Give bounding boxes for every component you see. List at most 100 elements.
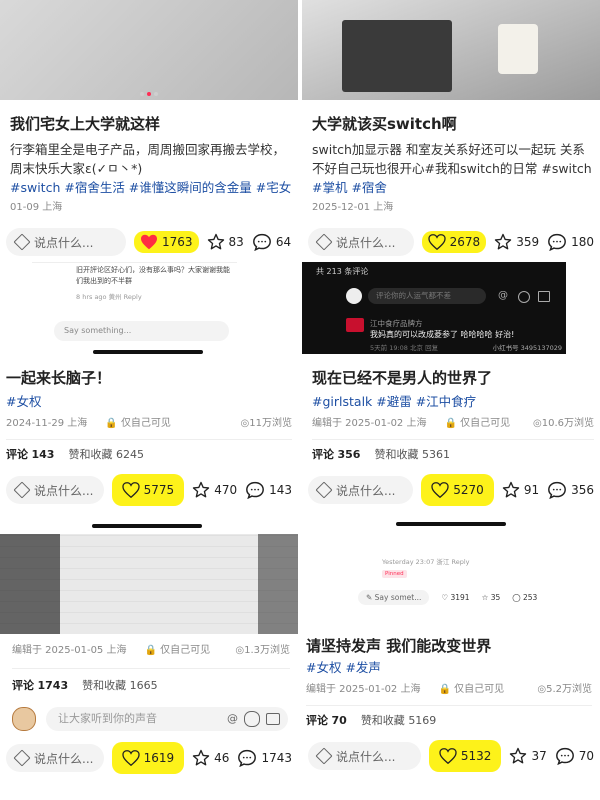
star-button[interactable]: 359 — [494, 233, 539, 251]
comment-placeholder: 说点什么... — [34, 483, 94, 498]
post-meta-row: 编辑于 2025-01-02 上海 🔒 仅自己可见 ◎10.6万浏览 — [312, 417, 594, 431]
comment-button[interactable]: 356 — [547, 481, 594, 499]
comment-input[interactable]: 说点什么... — [6, 744, 104, 772]
post-card-3: 一起来长脑子！ #女权 2024-11-29 上海 🔒 仅自己可见 ◎11万浏览… — [0, 362, 298, 534]
post-card-2: 大学就该买switch啊 switch加显示器 和室友关系好还可以一起玩 关系不… — [302, 0, 600, 262]
action-bar: 说点什么... 2678 359 180 — [308, 226, 594, 258]
post-title: 大学就该买switch啊 — [312, 115, 457, 133]
mini-time: Yesterday 23:07 浙江 Reply — [382, 558, 470, 566]
mini-action-bar: ✎ Say somet... ♡ 3191 ☆ 35 ◯ 253 — [358, 590, 537, 605]
comment-composer: 让大家听到你的声音 @ — [12, 706, 288, 732]
like-button[interactable]: 2678 — [421, 231, 487, 253]
post-meta: 2025-12-01 上海 — [312, 202, 394, 213]
post-date: 2024-11-29 上海 — [6, 418, 88, 429]
comment-button[interactable]: 1743 — [237, 749, 292, 767]
star-button[interactable]: 470 — [192, 481, 237, 499]
like-count: 5775 — [143, 483, 175, 497]
heart-icon — [439, 748, 457, 764]
mini-star[interactable]: ☆ 35 — [482, 593, 501, 602]
post-stats: 评论 70 赞和收藏 5169 — [306, 714, 437, 727]
dark-comment-input[interactable]: 评论你的人运气都不差 — [368, 288, 486, 304]
comment-input[interactable]: 说点什么... — [6, 476, 104, 504]
like-button[interactable]: 5775 — [111, 474, 185, 506]
emoji-icon[interactable] — [518, 291, 530, 303]
pen-icon — [13, 233, 31, 251]
heart-icon — [121, 482, 140, 498]
home-indicator — [93, 350, 203, 354]
star-button[interactable]: 83 — [207, 233, 244, 251]
comment-input[interactable]: 说点什么... — [308, 228, 414, 256]
views-label: ◎5.2万浏览 — [537, 684, 592, 695]
emoji-icon[interactable] — [244, 711, 260, 727]
comment-button[interactable]: 180 — [547, 233, 594, 251]
like-count: 5270 — [453, 483, 484, 497]
image-icon[interactable] — [266, 713, 280, 725]
star-button[interactable]: 46 — [192, 749, 229, 767]
post-date: 编辑于 2025-01-05 上海 — [12, 645, 127, 656]
heart-icon — [427, 234, 446, 250]
mini-say-field[interactable]: ✎ Say somet... — [358, 590, 430, 605]
comment-placeholder: 说点什么... — [336, 483, 396, 498]
post-tags[interactable]: #girlstalk #避雷 #江中食疗 — [312, 392, 594, 411]
pen-icon — [315, 233, 333, 251]
say-something-field[interactable]: Say something... — [54, 321, 229, 341]
like-button[interactable]: 1619 — [111, 742, 185, 774]
post-stats: 评论 143 赞和收藏 6245 — [6, 448, 144, 461]
like-count: 1619 — [143, 751, 175, 765]
post-body: switch加显示器 和室友关系好还可以一起玩 关系不好自己玩也很开心#我和sw… — [312, 142, 592, 176]
post-meta-row: 编辑于 2025-01-05 上海 🔒 仅自己可见 ◎1.3万浏览 — [12, 644, 290, 658]
star-icon — [207, 233, 224, 250]
screenshot-collage: 我们宅女上大学就这样 行李箱里全是电子产品，周周搬回家再搬去学校，周末快乐大家ε… — [0, 0, 600, 800]
comment-button[interactable]: 70 — [555, 747, 594, 765]
post-tags[interactable]: #女权 — [6, 392, 292, 411]
comment-placeholder: 说点什么... — [336, 235, 396, 250]
composer-input[interactable]: 让大家听到你的声音 @ — [46, 707, 288, 731]
comment-button[interactable]: 64 — [252, 233, 291, 251]
notebook-photo[interactable] — [0, 534, 298, 634]
post-date: 编辑于 2025-01-02 上海 — [312, 418, 427, 429]
comment-count: 180 — [571, 235, 594, 249]
post-tags[interactable]: #掌机 #宿舍 — [312, 178, 594, 197]
action-bar: 说点什么... 5270 91 356 — [308, 474, 594, 506]
post-title: 一起来长脑子！ — [6, 369, 112, 387]
dark-input-placeholder: 评论你的人运气都不差 — [376, 291, 451, 300]
star-count: 46 — [214, 751, 230, 765]
star-icon — [502, 481, 519, 498]
at-icon[interactable]: @ — [498, 290, 508, 301]
mini-like[interactable]: ♡ 3191 — [441, 593, 469, 602]
comment-text: 我妈真的可以改成菱参了 哈哈哈哈 好治! — [370, 330, 515, 339]
post-tags[interactable]: #女权 #发声 — [306, 658, 592, 677]
like-button[interactable]: 5270 — [421, 474, 494, 506]
comment-count: 70 — [578, 749, 594, 763]
post-date: 编辑于 2025-01-02 上海 — [306, 684, 421, 695]
post-meta-row: 2024-11-29 上海 🔒 仅自己可见 ◎11万浏览 — [6, 417, 292, 431]
comment-line-2: 8 hrs ago 黄州 Reply — [76, 293, 142, 301]
star-button[interactable]: 91 — [502, 481, 539, 499]
post-photo[interactable] — [0, 0, 298, 100]
image-icon[interactable] — [538, 291, 550, 302]
dark-comment-sheet: 共 213 条评论 评论你的人运气都不差 @ 江中食疗品牌方 我妈真的可以改成菱… — [302, 262, 566, 354]
mini-comment[interactable]: ◯ 253 — [512, 593, 537, 602]
pen-icon — [13, 481, 31, 499]
pen-icon — [315, 481, 333, 499]
home-indicator — [396, 522, 506, 526]
star-icon — [495, 233, 512, 250]
comment-bubble-icon — [238, 749, 257, 767]
like-button[interactable]: 5132 — [428, 740, 502, 772]
comment-input[interactable]: 说点什么... — [308, 742, 421, 770]
at-icon[interactable]: @ — [227, 707, 238, 731]
comment-count-header: 共 213 条评论 — [316, 267, 369, 276]
comment-input[interactable]: 说点什么... — [6, 228, 126, 256]
comment-count: 64 — [275, 235, 292, 249]
post-tags[interactable]: #switch #宿舍生活 #谁懂这瞬间的含金量 #宅女 — [10, 178, 292, 197]
star-button[interactable]: 37 — [509, 747, 547, 765]
comment-input[interactable]: 说点什么... — [308, 476, 414, 504]
comment-count: 356 — [571, 483, 594, 497]
post-photo[interactable] — [302, 0, 600, 100]
like-button[interactable]: 1763 — [134, 231, 199, 253]
star-icon — [510, 747, 527, 764]
comment-button[interactable]: 143 — [245, 481, 292, 499]
pen-icon — [13, 749, 31, 767]
comment-sheet-preview: 旧开評论区好心们，没有那么事吗？大家谢谢我能们我出到的不半群 8 hrs ago… — [32, 262, 237, 353]
pen-icon — [315, 747, 333, 765]
